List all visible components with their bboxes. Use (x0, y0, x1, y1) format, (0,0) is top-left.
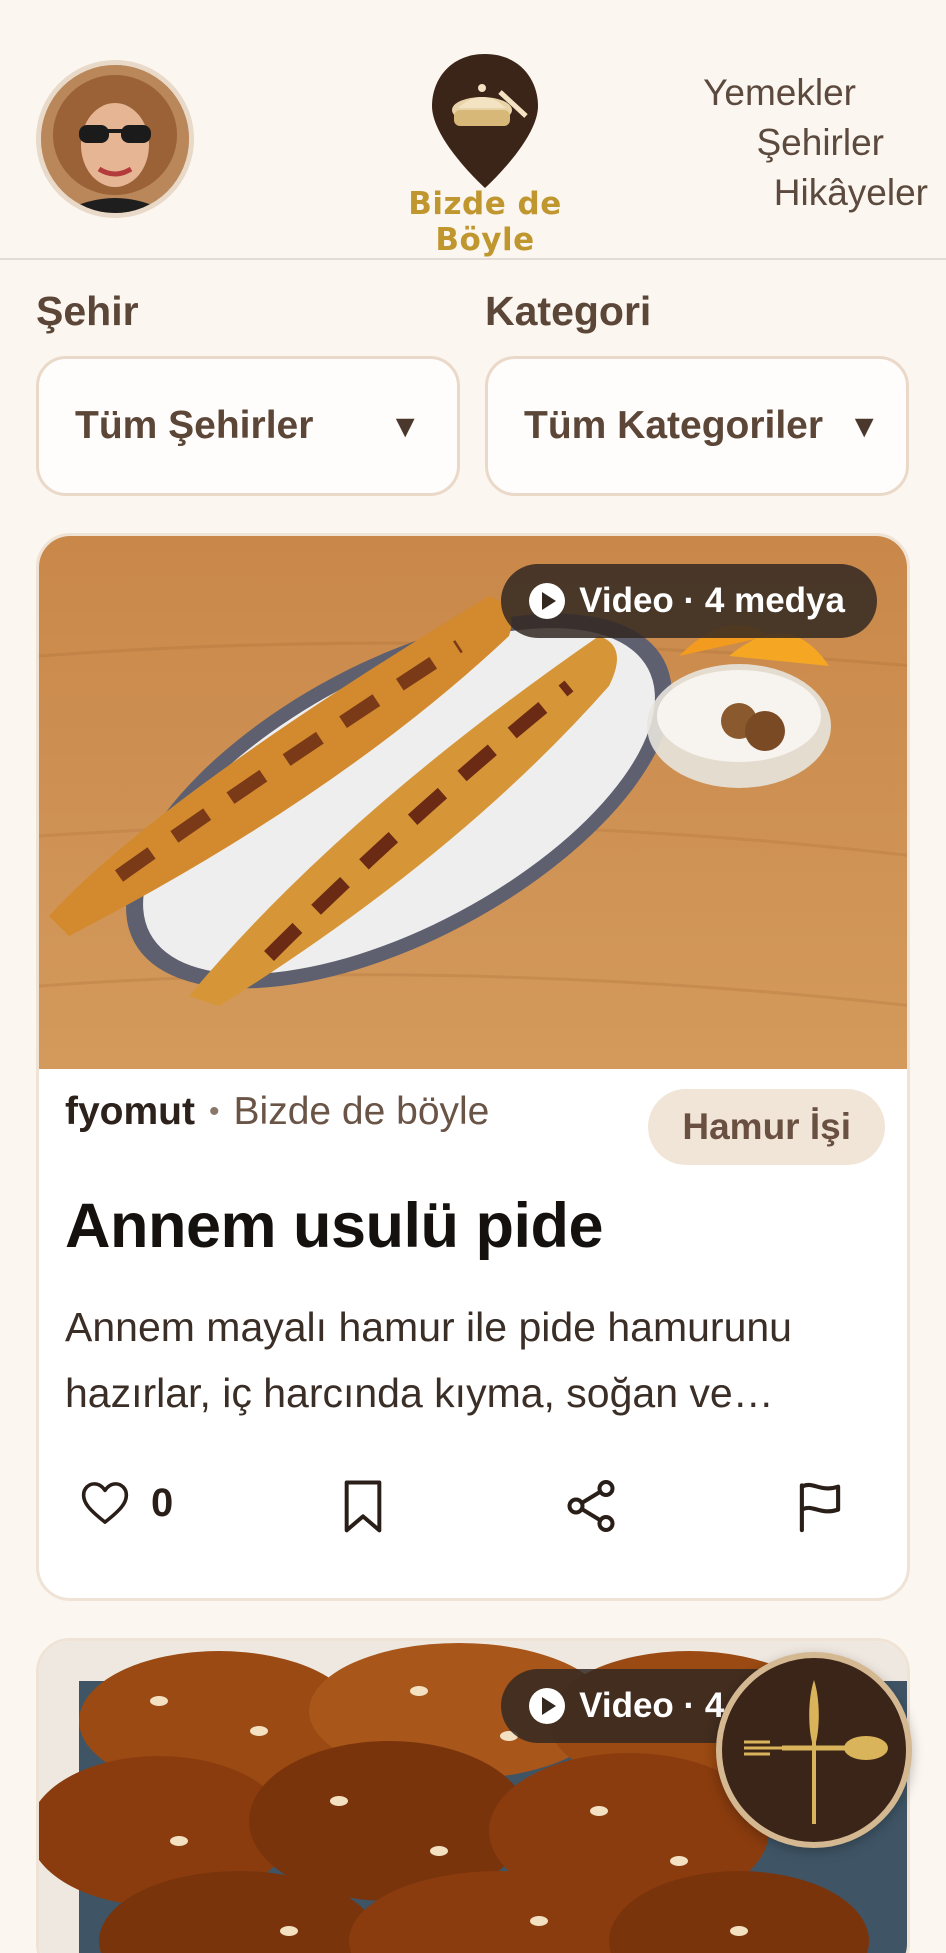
post-title[interactable]: Annem usulü pide (65, 1190, 604, 1262)
post-image[interactable]: Video · 4 medya (39, 536, 907, 1069)
play-icon (529, 583, 566, 619)
save-button[interactable] (335, 1476, 391, 1538)
like-count: 0 (151, 1480, 174, 1525)
category-filter-label: Kategori (485, 288, 652, 334)
menu-fab[interactable] (716, 1652, 912, 1848)
share-icon (567, 1480, 615, 1532)
heart-icon (81, 1482, 129, 1524)
flag-icon (799, 1482, 841, 1533)
dropdown-arrow-icon: ▼ (389, 407, 421, 444)
city-select-value: Tüm Şehirler (75, 404, 314, 447)
city-select[interactable]: Tüm Şehirler ▼ (36, 356, 460, 496)
brand-name: Bizde de Böyle (408, 186, 562, 258)
map-pin-dome-icon (432, 54, 538, 188)
like-button[interactable]: 0 (77, 1476, 173, 1530)
media-badge[interactable]: Video · 4 medya (501, 564, 877, 638)
app-header: Bizde de Böyle Yemekler Şehirler Hikâyel… (0, 0, 946, 260)
nav-link-hikayeler[interactable]: Hikâyeler (648, 168, 928, 218)
share-button[interactable] (561, 1476, 621, 1536)
meta-separator: • (209, 1095, 220, 1128)
user-avatar[interactable] (36, 60, 194, 218)
post-description: Annem mayalı hamur ile pide hamurunu haz… (65, 1304, 792, 1416)
city-filter-label: Şehir (36, 288, 139, 334)
cutlery-icon (744, 1680, 888, 1824)
category-tag[interactable]: Hamur İşi (648, 1089, 885, 1165)
media-badge-label: Video · 4 medya (579, 581, 845, 620)
bookmark-icon (344, 1480, 382, 1533)
post-meta: fyomut • Bizde de böyle (65, 1090, 489, 1134)
category-select-value: Tüm Kategoriler (524, 404, 824, 447)
post-card[interactable]: Video · 4 medya fyomut • Bizde de böyle … (36, 533, 910, 1601)
play-icon (529, 1688, 566, 1724)
category-select[interactable]: Tüm Kategoriler ▼ (485, 356, 909, 496)
post-actions: 0 (39, 1476, 907, 1556)
main-nav: Yemekler Şehirler Hikâyeler (648, 68, 928, 218)
post-source: Bizde de böyle (233, 1090, 490, 1133)
dropdown-arrow-icon: ▼ (848, 407, 880, 444)
nav-link-yemekler[interactable]: Yemekler (648, 68, 928, 118)
nav-link-sehirler[interactable]: Şehirler (648, 118, 928, 168)
avatar-photo (41, 65, 189, 213)
post-author[interactable]: fyomut (65, 1090, 195, 1134)
brand-logo[interactable]: Bizde de Böyle (360, 48, 610, 258)
report-button[interactable] (791, 1476, 849, 1536)
